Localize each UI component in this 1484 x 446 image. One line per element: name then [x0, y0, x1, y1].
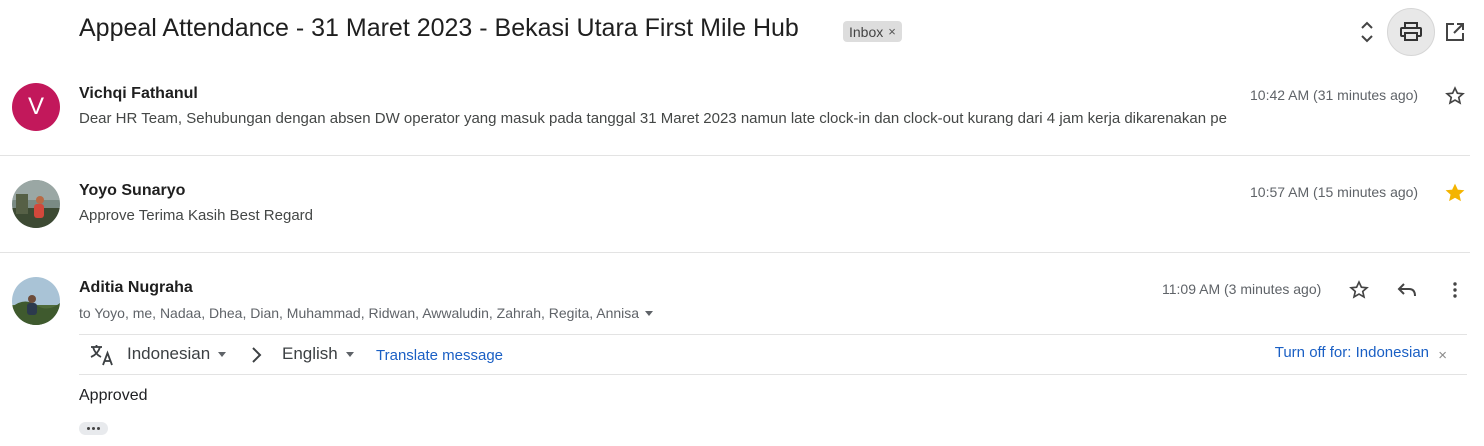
- close-icon[interactable]: ×: [1438, 347, 1447, 364]
- dot-icon: [87, 427, 90, 430]
- star-icon[interactable]: [1443, 84, 1467, 108]
- subject-row: Appeal Attendance - 31 Maret 2023 - Beka…: [0, 0, 1484, 64]
- chevron-down-icon: [218, 351, 227, 357]
- show-trimmed-content-button[interactable]: [79, 422, 108, 435]
- message-collapsed[interactable]: V Vichqi Fathanul Dear HR Team, Sehubung…: [0, 64, 1484, 156]
- dot-icon: [97, 427, 100, 430]
- translate-bar: Indonesian English Translate message Tur…: [79, 334, 1467, 375]
- recipients-text: to Yoyo, me, Nadaa, Dhea, Dian, Muhammad…: [79, 305, 640, 321]
- sender-name[interactable]: Vichqi Fathanul: [79, 85, 198, 103]
- open-in-new-window-button[interactable]: [1442, 19, 1468, 45]
- chevron-right-icon: [249, 344, 265, 366]
- target-language-select[interactable]: English: [282, 344, 354, 364]
- open-in-new-window-icon: [1446, 23, 1464, 41]
- translate-icon: [89, 343, 115, 367]
- chevron-down-icon: [345, 351, 354, 357]
- sender-name[interactable]: Yoyo Sunaryo: [79, 182, 185, 200]
- source-language: Indonesian: [127, 344, 211, 363]
- message-time: 10:57 AM (15 minutes ago): [1250, 184, 1419, 200]
- star-filled-icon[interactable]: [1443, 181, 1467, 205]
- avatar[interactable]: V: [12, 83, 60, 131]
- photo-avatar[interactable]: [12, 180, 60, 228]
- turn-off-translation-link[interactable]: Turn off for: Indonesian: [1275, 344, 1429, 361]
- message-snippet: Approve Terima Kasih Best Regard: [79, 207, 314, 224]
- print-all-button[interactable]: [1387, 8, 1435, 56]
- star-button[interactable]: [1345, 276, 1373, 304]
- show-details-icon[interactable]: [645, 310, 654, 316]
- message-time: 10:42 AM (31 minutes ago): [1250, 87, 1419, 103]
- label-chip-inbox[interactable]: Inbox ×: [843, 21, 902, 42]
- star-icon: [1349, 280, 1369, 299]
- recipients-line[interactable]: to Yoyo, me, Nadaa, Dhea, Dian, Muhammad…: [79, 305, 654, 321]
- source-language-select[interactable]: Indonesian: [127, 344, 227, 364]
- target-language: English: [282, 344, 338, 363]
- label-chip-text: Inbox: [849, 23, 884, 40]
- message-collapsed[interactable]: Yoyo Sunaryo Approve Terima Kasih Best R…: [0, 156, 1484, 252]
- reply-button[interactable]: [1393, 276, 1421, 304]
- message-snippet: Dear HR Team, Sehubungan dengan absen DW…: [79, 110, 1227, 127]
- photo-avatar[interactable]: [12, 277, 60, 325]
- expand-all-icon[interactable]: [1354, 18, 1380, 46]
- sender-name[interactable]: Aditia Nugraha: [79, 279, 193, 297]
- translate-message-link[interactable]: Translate message: [376, 347, 503, 364]
- remove-label-icon[interactable]: ×: [888, 24, 896, 39]
- message-time: 11:09 AM (3 minutes ago): [1162, 281, 1322, 297]
- more-vert-icon: [1453, 282, 1457, 298]
- reply-icon: [1397, 283, 1416, 297]
- more-options-button[interactable]: [1441, 276, 1469, 304]
- print-icon: [1400, 22, 1422, 41]
- email-subject: Appeal Attendance - 31 Maret 2023 - Beka…: [79, 14, 799, 42]
- dot-icon: [92, 427, 95, 430]
- message-body: Approved: [79, 387, 148, 404]
- avatar-letter: V: [27, 93, 44, 120]
